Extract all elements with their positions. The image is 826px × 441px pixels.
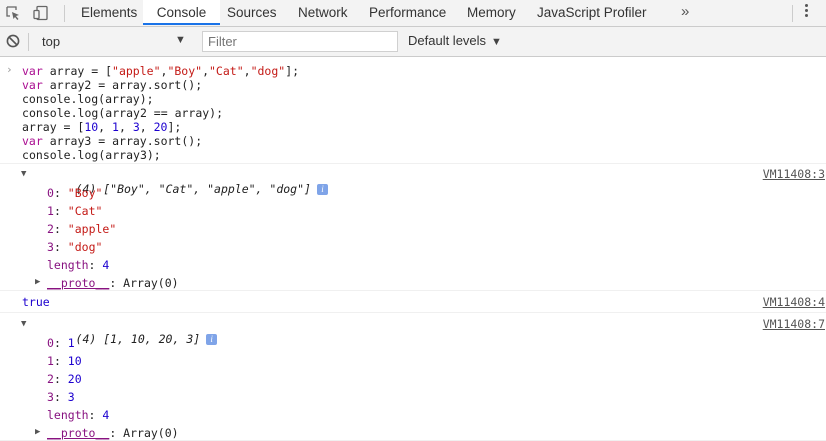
inspect-element-icon[interactable] — [4, 4, 22, 22]
array-entry: 2: 20 — [47, 372, 82, 386]
code-line-5: array = [10, 1, 3, 20]; — [22, 120, 182, 134]
source-link[interactable]: VM11408:3 — [763, 167, 825, 181]
console-messages: › var array = ["apple","Boy","Cat","dog"… — [0, 57, 826, 441]
array-entry: 0: 1 — [47, 336, 75, 350]
console-output-array-numbers: ▼ (4) [1, 10, 20, 3] i VM11408:7 0: 1 1: … — [0, 313, 826, 441]
tab-sources[interactable]: Sources — [227, 0, 277, 26]
array-entry: 3: 3 — [47, 390, 75, 404]
code-line-6: var array3 = array.sort(); — [22, 134, 203, 148]
tab-memory[interactable]: Memory — [467, 0, 516, 26]
code-line-4: console.log(array2 == array); — [22, 106, 224, 120]
array-entry: 2: "apple" — [47, 222, 117, 236]
device-toolbar-icon[interactable] — [32, 4, 50, 22]
info-icon[interactable]: i — [206, 334, 218, 345]
more-tabs-chevron-icon[interactable]: » — [681, 0, 689, 26]
filter-input[interactable] — [202, 31, 398, 52]
source-link[interactable]: VM11408:4 — [763, 295, 825, 309]
clear-console-icon[interactable] — [6, 34, 20, 48]
tab-network[interactable]: Network — [298, 0, 348, 26]
console-filter-bar: top ▼ Default levels ▼ — [0, 27, 826, 57]
boolean-value: true — [22, 295, 50, 309]
console-input-message: › var array = ["apple","Boy","Cat","dog"… — [0, 57, 826, 164]
array-entry: 0: "Boy" — [47, 186, 103, 200]
source-link[interactable]: VM11408:7 — [763, 317, 825, 331]
console-output-array-strings: ▼ (4) ["Boy", "Cat", "apple", "dog"] i VM… — [0, 164, 826, 291]
toolbar-divider — [64, 5, 65, 22]
dropdown-arrow-icon: ▼ — [175, 34, 186, 46]
devtools-tab-bar: Elements Console Sources Network Perform… — [0, 0, 826, 27]
toolbar-divider — [792, 5, 793, 22]
console-output-boolean: true VM11408:4 — [0, 291, 826, 313]
array-proto[interactable]: __proto__: Array(0) — [47, 426, 179, 440]
array-entry: 3: "dog" — [47, 240, 103, 254]
array-proto[interactable]: __proto__: Array(0) — [47, 276, 179, 290]
code-line-1: var array = ["apple","Boy","Cat","dog"]; — [22, 64, 300, 78]
tab-javascript-profiler[interactable]: JavaScript Profiler — [537, 0, 647, 26]
expand-triangle-icon[interactable]: ▼ — [21, 319, 26, 329]
code-line-3: console.log(array); — [22, 92, 154, 106]
prompt-chevron-icon: › — [6, 63, 13, 76]
expand-triangle-icon[interactable]: ▼ — [21, 169, 26, 179]
array-entry: 1: 10 — [47, 354, 82, 368]
log-levels-label: Default levels — [408, 33, 487, 48]
code-line-7: console.log(array3); — [22, 148, 161, 162]
more-options-icon[interactable] — [805, 4, 809, 19]
expand-triangle-icon[interactable]: ▶ — [35, 277, 40, 287]
code-line-2: var array2 = array.sort(); — [22, 78, 203, 92]
expand-triangle-icon[interactable]: ▶ — [35, 427, 40, 437]
tab-performance[interactable]: Performance — [369, 0, 446, 26]
array-summary-text: (4) [1, 10, 20, 3] — [75, 332, 201, 346]
dropdown-arrow-icon: ▼ — [491, 36, 502, 48]
info-icon[interactable]: i — [316, 184, 328, 195]
context-label: top — [42, 34, 61, 49]
array-length: length: 4 — [47, 408, 110, 422]
array-entry: 1: "Cat" — [47, 204, 103, 218]
array-summary-text: (4) ["Boy", "Cat", "apple", "dog"] — [75, 182, 311, 196]
array-length: length: 4 — [47, 258, 110, 272]
toolbar-divider — [28, 33, 29, 51]
log-levels-dropdown[interactable]: Default levels ▼ — [408, 31, 502, 52]
tab-elements[interactable]: Elements — [81, 0, 137, 26]
context-selector[interactable]: top ▼ — [34, 31, 194, 52]
tab-console[interactable]: Console — [143, 0, 220, 25]
